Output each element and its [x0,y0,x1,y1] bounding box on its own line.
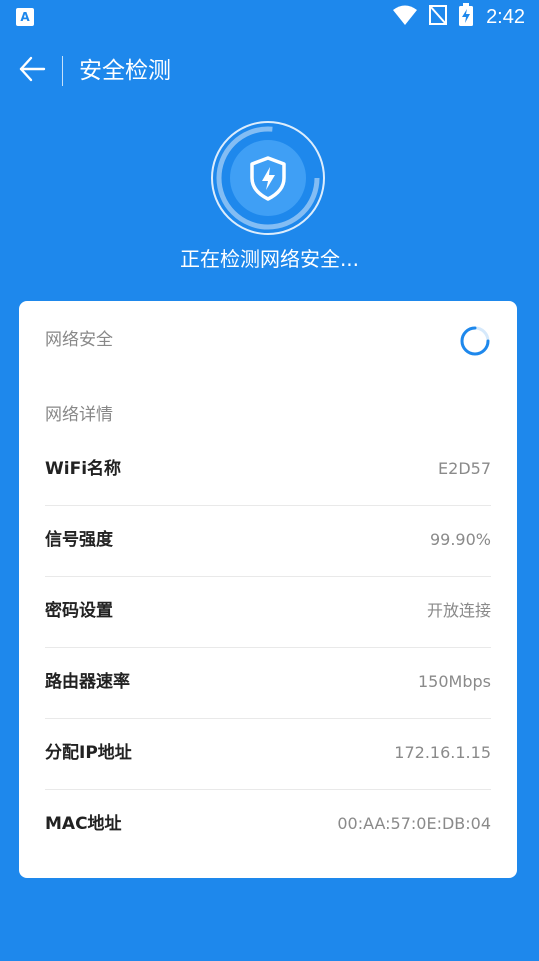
toolbar-divider [62,56,63,86]
detail-key: MAC地址 [45,814,122,834]
network-details-label: 网络详情 [45,405,113,425]
battery-charging-icon [458,3,474,31]
page-title: 安全检测 [79,58,171,84]
detail-row-mac-address: MAC地址 00:AA:57:0E:DB:04 [45,790,491,861]
status-indicators: 2:42 [392,3,525,31]
detail-value: 00:AA:57:0E:DB:04 [337,814,491,833]
detail-value: 172.16.1.15 [394,743,491,762]
detail-key: WiFi名称 [45,459,122,479]
no-signal-icon [428,4,448,30]
shield-scan-graphic [211,121,325,235]
detail-key: 路由器速率 [45,672,130,692]
status-time: 2:42 [486,5,525,28]
detail-key: 分配IP地址 [45,743,132,763]
wifi-icon [392,4,418,30]
network-details-header: 网络详情 [45,400,491,430]
detail-row-wifi-name: WiFi名称 E2D57 [45,435,491,506]
detail-row-ip-address: 分配IP地址 172.16.1.15 [45,719,491,790]
app-notification-icon: A [16,8,34,26]
back-button[interactable] [12,52,52,90]
scan-shield [210,120,326,236]
network-security-row: 网络安全 [45,325,491,357]
scan-status-text: 正在检测网络安全... [179,247,360,271]
detail-key: 信号强度 [45,530,113,550]
security-check-screen: A 2:42 安全检测 正在检测网络安全... 网络安全 网络详情 WiFi名称… [0,0,539,961]
detail-value: 99.90% [429,530,491,549]
detail-value: 150Mbps [418,672,491,691]
detail-row-router-speed: 路由器速率 150Mbps [45,648,491,719]
detail-row-signal-strength: 信号强度 99.90% [45,506,491,577]
toolbar: 安全检测 [0,44,539,98]
arrow-left-icon [18,55,46,87]
detail-value: E2D57 [438,459,491,478]
network-info-card: 网络安全 网络详情 WiFi名称 E2D57 信号强度 99.90% 密码设置 … [19,301,517,878]
status-bar: A 2:42 [0,0,539,34]
network-security-label: 网络安全 [45,330,113,350]
detail-row-password-setting: 密码设置 开放连接 [45,577,491,648]
detail-value: 开放连接 [426,601,491,620]
loading-spinner-icon [459,325,491,357]
detail-key: 密码设置 [45,601,113,621]
